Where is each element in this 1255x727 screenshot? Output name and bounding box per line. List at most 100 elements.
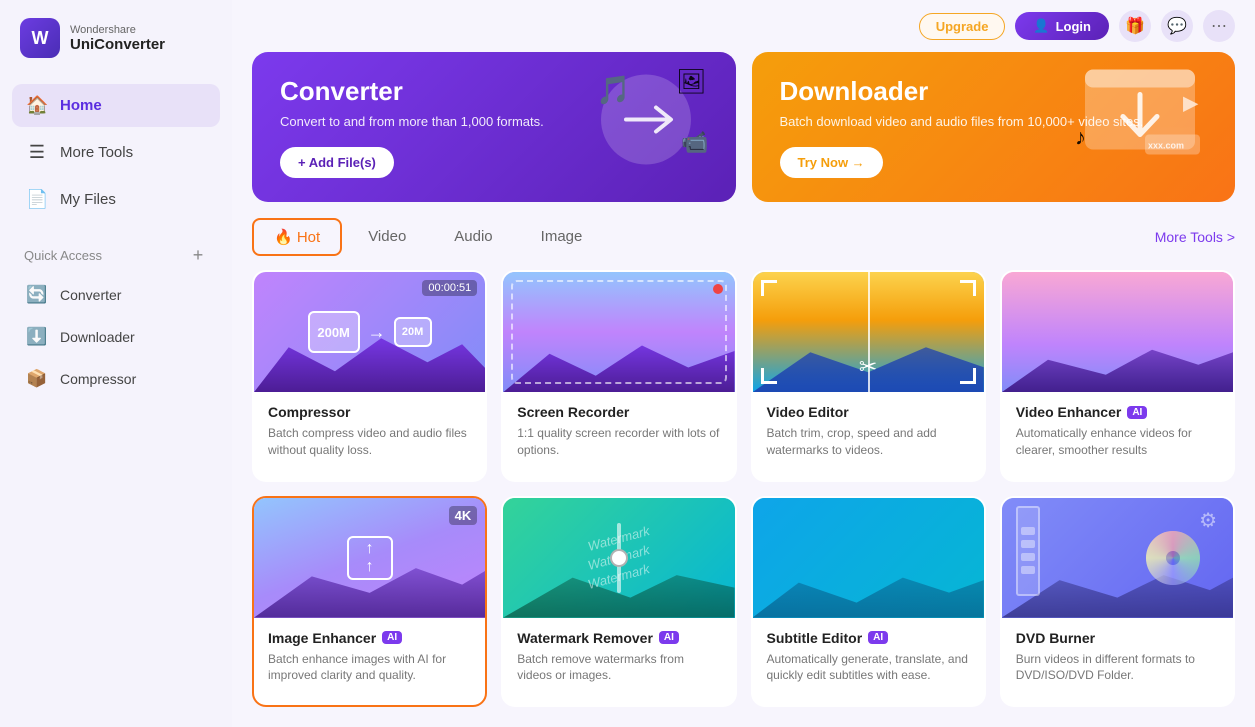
login-icon: 👤	[1033, 18, 1049, 34]
enhance-up-arrow: ↑ ↑	[347, 536, 393, 580]
login-button[interactable]: 👤 Login	[1015, 12, 1109, 40]
video-enhancer-card-image: ▶	[1002, 272, 1233, 392]
tool-card-watermark-remover[interactable]: Watermark Watermark Watermark Watermark …	[501, 496, 736, 707]
home-icon: 🏠	[26, 95, 48, 116]
nav-items: 🏠 Home ☰ More Tools 📄 My Files	[0, 76, 232, 233]
sidebar: W Wondershare UniConverter 🏠 Home ☰ More…	[0, 0, 232, 727]
video-enhancer-ai-badge: AI	[1127, 406, 1147, 419]
compressor-card-title: Compressor	[268, 404, 471, 420]
tab-image[interactable]: Image	[519, 218, 605, 256]
nav-item-home[interactable]: 🏠 Home	[12, 84, 220, 127]
video-editor-card-body: Video Editor Batch trim, crop, speed and…	[753, 392, 984, 473]
dvd-burner-card-image: ⚙	[1002, 498, 1233, 618]
qa-item-compressor[interactable]: 📦 Compressor	[12, 359, 220, 399]
banner-downloader[interactable]: Downloader Batch download video and audi…	[752, 52, 1236, 202]
subtitle-editor-card-desc: Automatically generate, translate, and q…	[767, 651, 970, 685]
downloader-graphic: ♪ xxx.com ▶	[1065, 65, 1215, 190]
more-tools-icon: ☰	[26, 142, 48, 163]
rec-dot-icon	[713, 284, 723, 294]
image-enhancer-card-desc: Batch enhance images with AI for improve…	[268, 651, 471, 685]
image-enhancer-card-image: 4K ↑ ↑	[254, 498, 485, 618]
tool-card-screen-recorder[interactable]: Screen Recorder 1:1 quality screen recor…	[501, 270, 736, 481]
tab-video[interactable]: Video	[346, 218, 428, 256]
qa-item-downloader[interactable]: ⬇️ Downloader	[12, 317, 220, 357]
topbar: Upgrade 👤 Login 🎁 💬 ⋯	[232, 0, 1255, 52]
nav-item-my-files[interactable]: 📄 My Files	[12, 178, 220, 221]
svg-text:🎵: 🎵	[596, 75, 631, 106]
nav-label-home: Home	[60, 97, 102, 114]
svg-text:▶: ▶	[1183, 93, 1199, 115]
upgrade-button[interactable]: Upgrade	[919, 13, 1006, 40]
tool-card-image-enhancer[interactable]: 4K ↑ ↑ Image Enhancer AI	[252, 496, 487, 707]
quick-access-label: Quick Access	[24, 248, 102, 263]
quick-access-items: 🔄 Converter ⬇️ Downloader 📦 Compressor	[0, 271, 232, 405]
compress-to: 20M	[394, 317, 432, 347]
compressor-card-body: Compressor Batch compress video and audi…	[254, 392, 485, 473]
svg-text:📹: 📹	[681, 130, 708, 155]
qa-label-downloader: Downloader	[60, 329, 135, 345]
menu-dots-icon[interactable]: ⋯	[1203, 10, 1235, 42]
chat-icon[interactable]: 💬	[1161, 10, 1193, 42]
resolution-badge: 4K	[449, 506, 478, 525]
gear-overlay-icon: ⚙	[1199, 508, 1217, 533]
tool-card-subtitle-editor[interactable]: TextTextText ✏ Subtitle Editor AI Automa…	[751, 496, 986, 707]
crop-handle-bl	[761, 368, 777, 384]
compress-from: 200M	[308, 311, 360, 353]
add-files-button[interactable]: + Add File(s)	[280, 147, 394, 178]
watermark-remover-card-body: Watermark Remover AI Batch remove waterm…	[503, 618, 734, 699]
quick-access-add-button[interactable]: +	[188, 245, 208, 265]
tabs: 🔥 Hot Video Audio Image	[252, 218, 604, 256]
subtitle-editor-card-body: Subtitle Editor AI Automatically generat…	[753, 618, 984, 699]
tools-grid: 00:00:51 200M → 20M Compressor Batch com…	[232, 270, 1255, 727]
tool-card-video-enhancer[interactable]: ▶ Video Enhancer AI Automatically enhanc…	[1000, 270, 1235, 481]
screen-recorder-card-body: Screen Recorder 1:1 quality screen recor…	[503, 392, 734, 473]
tab-hot[interactable]: 🔥 Hot	[252, 218, 342, 256]
svg-text:🖼: 🖼	[676, 69, 706, 96]
compressor-card-image: 00:00:51 200M → 20M	[254, 272, 485, 392]
logo-name: UniConverter	[70, 36, 165, 53]
qa-item-converter[interactable]: 🔄 Converter	[12, 275, 220, 315]
subtitle-editor-card-image: TextTextText ✏	[753, 498, 984, 618]
gift-icon[interactable]: 🎁	[1119, 10, 1151, 42]
video-editor-card-image: ✂	[753, 272, 984, 392]
hero-banners: Converter Convert to and from more than …	[232, 52, 1255, 218]
image-enhancer-card-body: Image Enhancer AI Batch enhance images w…	[254, 618, 485, 699]
downloader-icon: ⬇️	[26, 327, 48, 347]
crop-handle-tr	[960, 280, 976, 296]
tool-card-video-editor[interactable]: ✂ Video Editor Batch trim, crop, speed a…	[751, 270, 986, 481]
screen-recorder-card-title: Screen Recorder	[517, 404, 720, 420]
scissors-icon: ✂	[859, 354, 877, 380]
tool-card-dvd-burner[interactable]: ⚙ DVD Burner Burn videos in different fo…	[1000, 496, 1235, 707]
subtitle-ai-badge: AI	[868, 631, 888, 644]
tab-audio[interactable]: Audio	[432, 218, 514, 256]
dvd-disc	[1143, 528, 1203, 588]
logo-text: Wondershare UniConverter	[70, 24, 165, 53]
svg-text:xxx.com: xxx.com	[1148, 141, 1184, 151]
logo-area: W Wondershare UniConverter	[0, 0, 232, 76]
more-tools-link[interactable]: More Tools >	[1155, 229, 1235, 245]
image-enhancer-ai-badge: AI	[382, 631, 402, 644]
video-enhancer-card-body: Video Enhancer AI Automatically enhance …	[1002, 392, 1233, 473]
banner-converter[interactable]: Converter Convert to and from more than …	[252, 52, 736, 202]
compressor-icon: 📦	[26, 369, 48, 389]
nav-item-more-tools[interactable]: ☰ More Tools	[12, 131, 220, 174]
screen-recorder-card-image	[503, 272, 734, 392]
compressor-card-desc: Batch compress video and audio files wit…	[268, 425, 471, 459]
screen-recorder-card-desc: 1:1 quality screen recorder with lots of…	[517, 425, 720, 459]
main-content: Upgrade 👤 Login 🎁 💬 ⋯ Converter Convert …	[232, 0, 1255, 727]
try-now-button[interactable]: Try Now →	[780, 147, 883, 178]
logo-brand: Wondershare	[70, 24, 165, 36]
qa-label-converter: Converter	[60, 287, 121, 303]
tool-card-compressor[interactable]: 00:00:51 200M → 20M Compressor Batch com…	[252, 270, 487, 481]
cursor-knob	[610, 549, 628, 567]
video-editor-card-desc: Batch trim, crop, speed and add watermar…	[767, 425, 970, 459]
app-logo-icon: W	[20, 18, 60, 58]
svg-text:♪: ♪	[1075, 125, 1086, 150]
watermark-remover-card-image: Watermark Watermark Watermark	[503, 498, 734, 618]
compressor-timestamp: 00:00:51	[422, 280, 477, 296]
converter-icon: 🔄	[26, 285, 48, 305]
tabs-section: 🔥 Hot Video Audio Image More Tools >	[232, 218, 1255, 256]
watermark-remover-card-desc: Batch remove watermarks from videos or i…	[517, 651, 720, 685]
recorder-overlay	[511, 280, 726, 384]
nav-label-more-tools: More Tools	[60, 144, 133, 161]
